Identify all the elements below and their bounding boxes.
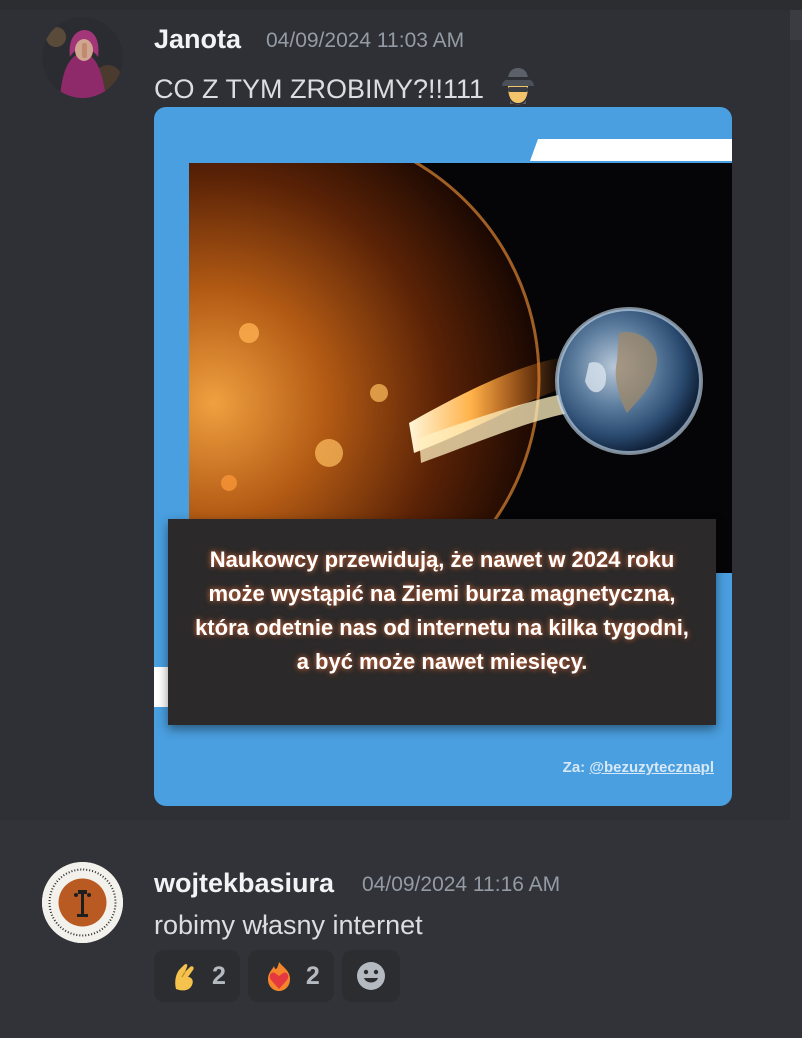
solar-flare-earth-image	[189, 163, 732, 573]
caption-text: Naukowcy przewidują, że nawet w 2024 rok…	[195, 547, 689, 674]
avatar-image	[42, 17, 123, 98]
reaction-count: 2	[212, 961, 226, 990]
caption-box: Naukowcy przewidują, że nawet w 2024 rok…	[168, 519, 716, 725]
avatar-janota[interactable]	[42, 17, 123, 98]
source-credit: Za: @bezuzytecznapl	[563, 759, 714, 776]
image-attachment[interactable]: Naukowcy przewidują, że nawet w 2024 rok…	[154, 107, 732, 806]
message-content: CO Z TYM ZROBIMY?!!111	[154, 66, 538, 106]
smiley-icon	[356, 962, 385, 990]
avatar-image	[42, 862, 123, 943]
message-text: CO Z TYM ZROBIMY?!!111	[154, 74, 485, 104]
heart-on-fire-emoji-icon	[267, 962, 290, 991]
credit-prefix: Za:	[562, 759, 590, 776]
top-edge	[0, 0, 802, 10]
credit-handle: @bezuzytecznapl	[589, 759, 714, 776]
avatar-wojtekbasiura[interactable]	[42, 862, 123, 943]
scrollbar[interactable]	[790, 10, 802, 40]
reaction-count: 2	[305, 961, 320, 990]
reaction-heart-on-fire[interactable]: 2	[247, 950, 334, 1002]
timestamp: 04/09/2024 11:16 AM	[362, 873, 561, 896]
message-text: robimy własny internet	[154, 910, 423, 940]
sun-earth-illustration	[189, 163, 732, 573]
author-name[interactable]: wojtekbasiura	[154, 868, 334, 899]
white-stripe-top	[529, 139, 732, 161]
timestamp: 04/09/2024 11:03 AM	[266, 29, 465, 52]
author-name[interactable]: Janota	[154, 24, 241, 55]
add-reaction-button[interactable]	[341, 950, 400, 1002]
pinching-hand-emoji-icon	[175, 963, 194, 991]
reactions-bar: 2 2	[154, 950, 400, 1002]
reaction-pinching-hand[interactable]: 2	[154, 950, 240, 1002]
detective-emoji-icon	[501, 68, 534, 105]
